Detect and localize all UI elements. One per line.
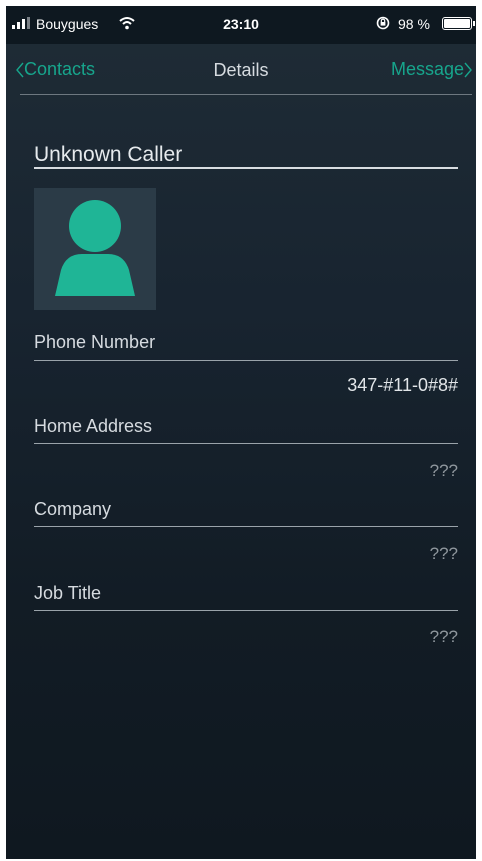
contact-details-screen: Bouygues 23:10 98 % Contacts Details Mes… bbox=[6, 6, 476, 859]
contact-name-underline bbox=[34, 167, 458, 169]
company-value: ??? bbox=[429, 544, 458, 563]
message-button[interactable]: Message bbox=[391, 59, 472, 80]
battery-icon bbox=[442, 17, 472, 30]
message-button-label: Message bbox=[390, 59, 464, 79]
phone-number-value[interactable]: 347-#11-0#8# bbox=[347, 375, 458, 396]
nav-divider bbox=[20, 94, 472, 95]
company-label: Company bbox=[34, 499, 112, 519]
contact-name: Unknown Caller bbox=[34, 143, 183, 166]
phone-number-label: Phone Number bbox=[34, 332, 156, 352]
person-silhouette-icon bbox=[55, 200, 135, 296]
battery-tip bbox=[473, 21, 475, 26]
chevron-right-icon bbox=[464, 62, 472, 77]
job-title-value: ??? bbox=[429, 627, 458, 646]
status-bar: Bouygues 23:10 98 % bbox=[6, 6, 476, 44]
company-divider bbox=[34, 526, 458, 527]
job-title-divider bbox=[34, 610, 458, 611]
home-address-label: Home Address bbox=[34, 416, 153, 436]
battery-percentage: 98 % bbox=[398, 16, 430, 32]
navigation-bar: Contacts Details Message bbox=[6, 44, 476, 94]
home-address-divider bbox=[34, 443, 458, 444]
job-title-label: Job Title bbox=[34, 583, 102, 603]
phone-number-divider bbox=[34, 360, 458, 361]
home-address-value: ??? bbox=[429, 461, 458, 480]
avatar[interactable] bbox=[34, 188, 156, 310]
rotation-lock-icon bbox=[376, 16, 390, 30]
